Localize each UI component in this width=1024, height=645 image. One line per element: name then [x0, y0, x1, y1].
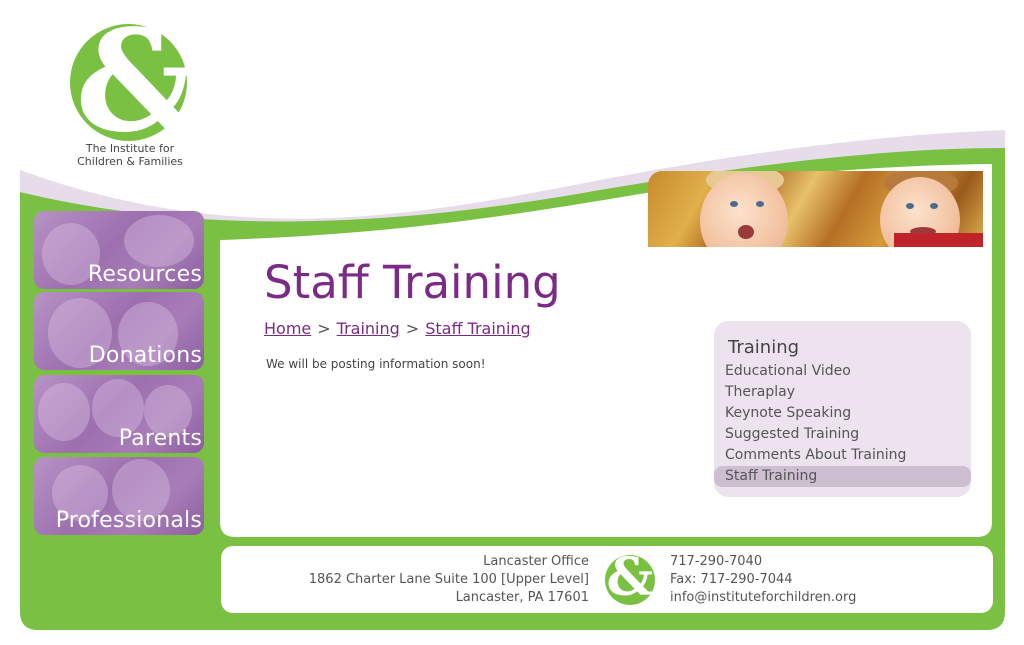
footer-address-line-2: Lancaster, PA 17601: [455, 590, 589, 605]
submenu-title: Training: [728, 337, 800, 358]
submenu-item-keynote-speaking[interactable]: Keynote Speaking: [714, 403, 971, 424]
breadcrumb-current-link[interactable]: Staff Training: [425, 319, 530, 338]
nav-professionals[interactable]: Professionals: [34, 457, 204, 535]
page-title: Staff Training: [264, 256, 561, 309]
nav-parents[interactable]: Parents: [34, 375, 204, 453]
submenu-item-comments-about-training[interactable]: Comments About Training: [714, 445, 971, 466]
submenu-item-suggested-training[interactable]: Suggested Training: [714, 424, 971, 445]
breadcrumb-home-link[interactable]: Home: [264, 319, 311, 338]
footer-office-name: Lancaster Office: [483, 554, 589, 569]
breadcrumb-training-link[interactable]: Training: [337, 319, 400, 338]
submenu-item-staff-training[interactable]: Staff Training: [714, 466, 971, 487]
logo-line-1: The Institute for: [85, 142, 175, 155]
footer-fax: Fax: 717-290-7044: [670, 572, 793, 587]
ampersand-logo-icon: &: [70, 2, 202, 162]
site-logo[interactable]: & The Institute for Children & Families: [60, 2, 202, 172]
footer-contact: 717-290-7040 Fax: 717-290-7044 info@inst…: [670, 553, 856, 607]
footer-address-line-1: 1862 Charter Lane Suite 100 [Upper Level…: [308, 572, 589, 587]
header-photo: [648, 171, 983, 247]
submenu-list: Educational Video Theraplay Keynote Spea…: [714, 361, 971, 487]
body-text: We will be posting information soon!: [266, 357, 486, 371]
nav-professionals-label: Professionals: [55, 508, 202, 533]
breadcrumb-separator: >: [405, 319, 420, 338]
submenu-item-theraplay[interactable]: Theraplay: [714, 382, 971, 403]
submenu-item-educational-video[interactable]: Educational Video: [714, 361, 971, 382]
logo-line-2: Children & Families: [77, 155, 183, 168]
logo-text: The Institute for Children & Families: [60, 142, 200, 168]
nav-donations[interactable]: Donations: [34, 292, 204, 370]
footer-address: Lancaster Office 1862 Charter Lane Suite…: [309, 553, 589, 607]
footer-phone: 717-290-7040: [670, 554, 763, 569]
breadcrumb-separator: >: [317, 319, 331, 338]
breadcrumb: Home > Training > Staff Training: [264, 319, 531, 338]
footer-ampersand-logo-icon: &: [605, 555, 655, 605]
training-submenu: Training Educational Video Theraplay Key…: [714, 321, 971, 497]
nav-parents-label: Parents: [118, 426, 202, 451]
footer-email-link[interactable]: info@instituteforchildren.org: [670, 589, 856, 607]
nav-resources[interactable]: Resources: [34, 211, 204, 289]
nav-resources-label: Resources: [87, 262, 202, 287]
nav-donations-label: Donations: [88, 343, 202, 368]
